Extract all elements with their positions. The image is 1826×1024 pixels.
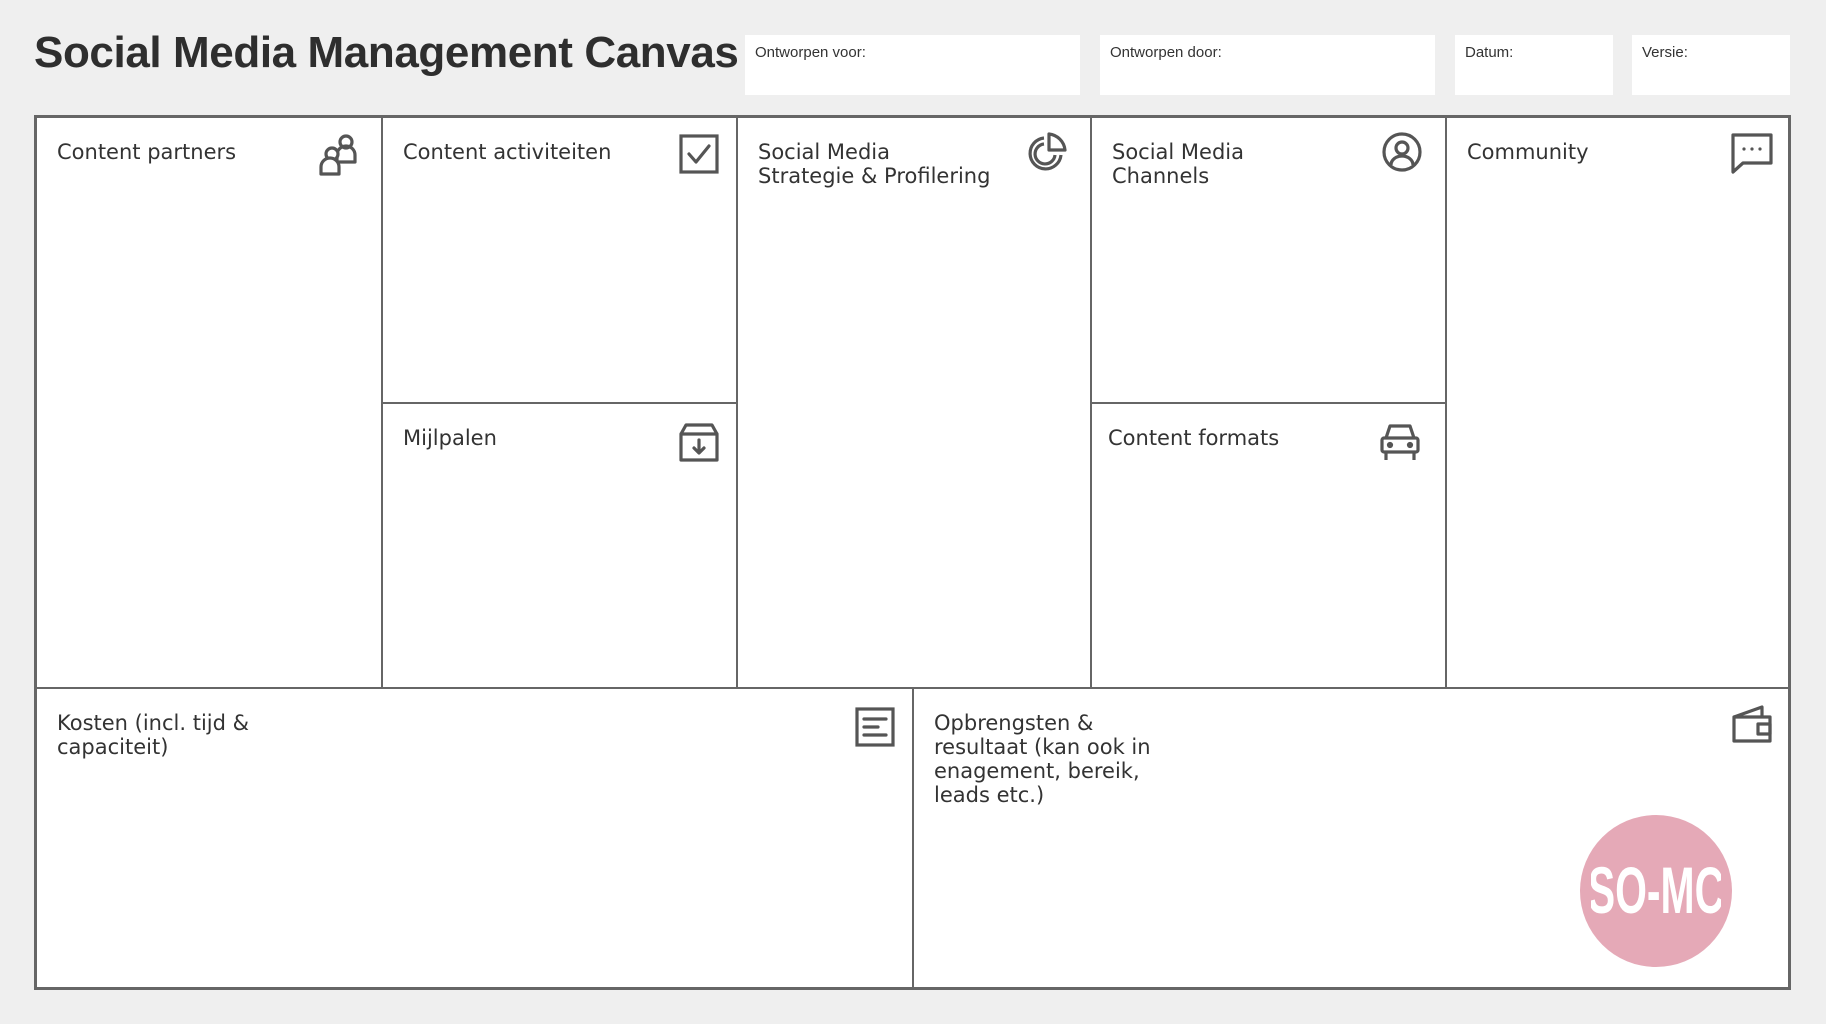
channels-label: Social Media Channels [1112,140,1245,188]
logo-text: SO-MC [1591,856,1721,926]
pie-chart-icon [1025,130,1069,174]
cell-channels[interactable]: Social Media Channels [1092,118,1445,402]
cell-costs[interactable]: Kosten (incl. tijd & capaciteit) [37,689,912,987]
strategy-label: Social Media Strategie & Profilering [758,140,991,188]
community-label: Community [1467,140,1589,164]
chat-bubble-icon [1730,132,1774,176]
content-activities-label: Content activiteiten [403,140,612,164]
milestones-label: Mijlpalen [403,426,497,450]
date-field[interactable]: Datum: [1455,35,1613,95]
cell-content-formats[interactable]: Content formats [1092,404,1445,687]
cell-content-partners[interactable]: Content partners [37,118,381,687]
user-circle-icon [1380,130,1424,174]
content-partners-label: Content partners [57,140,237,164]
designed-for-label: Ontworpen voor: [755,44,866,61]
designed-by-label: Ontworpen door: [1110,44,1222,61]
cell-content-activities[interactable]: Content activiteiten [383,118,736,402]
checkbox-icon [677,132,721,176]
cell-strategy[interactable]: Social Media Strategie & Profilering [738,118,1090,687]
designed-for-field[interactable]: Ontworpen voor: [745,35,1080,95]
document-lines-icon [853,705,897,749]
version-field[interactable]: Versie: [1632,35,1790,95]
cell-community[interactable]: Community [1447,118,1788,687]
cell-milestones[interactable]: Mijlpalen [383,404,736,687]
canvas-grid: Content partners Content activiteiten Mi… [34,115,1791,990]
costs-label: Kosten (incl. tijd & capaciteit) [57,711,250,759]
content-formats-label: Content formats [1108,426,1280,450]
date-label: Datum: [1465,44,1514,61]
revenue-label: Opbrengsten & resultaat (kan ook in enag… [934,711,1151,807]
archive-download-icon [677,420,721,464]
somc-logo: SO-MC [1580,815,1732,967]
wallet-icon [1730,703,1774,747]
version-label: Versie: [1642,44,1688,61]
designed-by-field[interactable]: Ontworpen door: [1100,35,1435,95]
users-icon [317,132,361,176]
page-title: Social Media Management Canvas [34,28,739,77]
car-icon [1378,420,1422,464]
